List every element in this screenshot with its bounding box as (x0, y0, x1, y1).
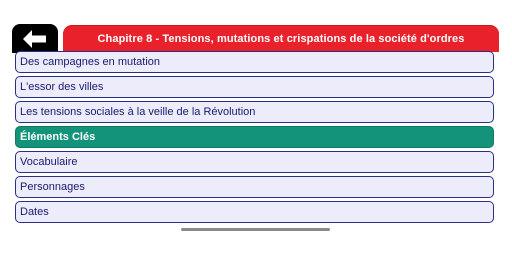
arrow-left-icon (23, 29, 46, 48)
back-button[interactable] (12, 24, 58, 53)
list-item-label: L'essor des villes (20, 81, 104, 93)
list-item-elements-cles[interactable]: Éléments Clés (15, 126, 494, 148)
list-item-label: Vocabulaire (20, 156, 78, 168)
list-item-villes[interactable]: L'essor des villes (15, 76, 494, 98)
page-title-text: Chapitre 8 - Tensions, mutations et cris… (97, 33, 465, 45)
list-item-campagnes[interactable]: Des campagnes en mutation (15, 51, 494, 73)
top-bar: Chapitre 8 - Tensions, mutations et cris… (0, 0, 512, 53)
list-item-dates[interactable]: Dates (15, 201, 494, 223)
list-item-personnages[interactable]: Personnages (15, 176, 494, 198)
chapter-section-list: Des campagnes en mutation L'essor des vi… (15, 51, 494, 226)
list-item-label: Des campagnes en mutation (20, 56, 161, 68)
page-title: Chapitre 8 - Tensions, mutations et cris… (63, 25, 499, 52)
list-item-label: Personnages (20, 181, 85, 193)
home-indicator[interactable] (181, 228, 330, 231)
list-item-vocabulaire[interactable]: Vocabulaire (15, 151, 494, 173)
list-item-label: Les tensions sociales à la veille de la … (20, 106, 256, 118)
list-item-tensions-sociales[interactable]: Les tensions sociales à la veille de la … (15, 101, 494, 123)
list-item-label: Éléments Clés (20, 131, 96, 143)
list-item-label: Dates (20, 206, 49, 218)
